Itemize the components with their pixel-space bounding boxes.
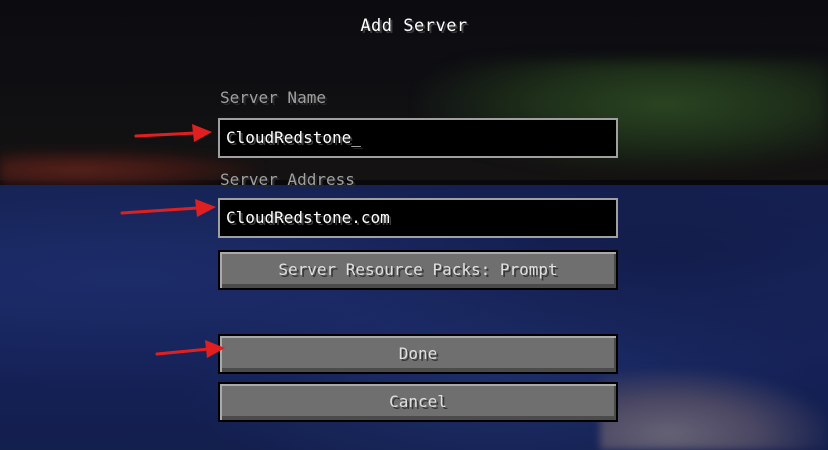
red-arrow-icon [134, 124, 212, 142]
server-address-input[interactable]: CloudRedstone.com [218, 198, 618, 238]
resource-packs-button[interactable]: Server Resource Packs: Prompt [218, 250, 618, 290]
screen-title: Add Server [360, 16, 468, 36]
server-name-input[interactable]: CloudRedstone_ [218, 118, 618, 158]
done-button[interactable]: Done [218, 334, 618, 374]
server-address-label: Server Address [220, 170, 355, 189]
cancel-button[interactable]: Cancel [218, 382, 618, 422]
red-arrow-icon [120, 199, 216, 217]
red-arrow-icon [155, 340, 225, 358]
server-name-label: Server Name [220, 88, 326, 107]
